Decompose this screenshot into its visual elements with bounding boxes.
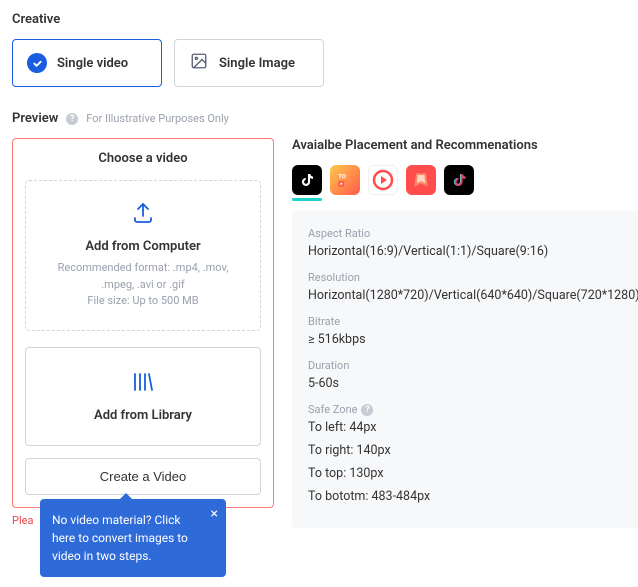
preview-header: Preview ? For Illustrative Purposes Only [12, 111, 626, 126]
spec-aspect-label: Aspect Ratio [308, 227, 638, 240]
preview-label: Preview [12, 111, 58, 126]
option-single-video-label: Single video [57, 56, 128, 71]
spec-safezone-top: To top: 130px [308, 466, 638, 481]
tooltip-text: No video material? Click here to convert… [52, 513, 188, 563]
close-icon[interactable]: × [211, 507, 218, 521]
spec-bitrate-value: ≥ 516kbps [308, 332, 638, 347]
add-computer-title: Add from Computer [40, 239, 246, 254]
option-single-image-label: Single Image [219, 56, 295, 71]
help-icon[interactable]: ? [66, 113, 78, 125]
choose-video-title: Choose a video [25, 151, 261, 166]
check-icon [27, 53, 47, 73]
placement-buzzvideo[interactable]: TO [330, 165, 360, 195]
placement-tiles: TO [292, 165, 638, 195]
library-icon [129, 383, 157, 398]
spec-safezone-right: To right: 140px [308, 443, 638, 458]
add-computer-hint1: Recommended format: .mp4, .mov, [40, 260, 246, 277]
add-from-computer[interactable]: Add from Computer Recommended format: .m… [25, 180, 261, 331]
placement-tiktok[interactable] [292, 165, 322, 195]
spec-safezone-bottom: To bototm: 483-484px [308, 489, 638, 504]
create-video-button[interactable]: Create a Video [25, 458, 261, 495]
add-computer-hint3: File size: Up to 500 MB [40, 293, 246, 310]
svg-text:TO: TO [338, 174, 346, 181]
spec-bitrate-label: Bitrate [308, 315, 638, 328]
add-from-library[interactable]: Add from Library [25, 347, 261, 446]
placement-title: Avaialbe Placement and Recommenations [292, 138, 638, 153]
creative-section-label: Creative [12, 12, 626, 27]
spec-resolution-label: Resolution [308, 271, 638, 284]
spec-aspect-value: Horizontal(16:9)/Vertical(1:1)/Square(9:… [308, 244, 638, 259]
placement-xigua[interactable] [406, 165, 436, 195]
placement-vigo[interactable] [368, 165, 398, 195]
spec-panel: Aspect Ratio Horizontal(16:9)/Vertical(1… [292, 211, 638, 528]
preview-note: For Illustrative Purposes Only [86, 112, 229, 125]
add-library-title: Add from Library [40, 408, 246, 423]
creative-options: Single video Single Image [12, 39, 626, 87]
spec-safezone-label: Safe Zone ? [308, 403, 638, 416]
add-computer-hint2: .mpeg, .avi or .gif [40, 277, 246, 294]
tooltip-no-video: × No video material? Click here to conve… [40, 499, 226, 577]
spec-duration-value: 5-60s [308, 376, 638, 391]
help-icon[interactable]: ? [361, 404, 373, 416]
option-single-video[interactable]: Single video [12, 39, 162, 87]
option-single-image[interactable]: Single Image [174, 39, 324, 87]
placement-tiktok-alt[interactable] [444, 165, 474, 195]
spec-resolution-value: Horizontal(1280*720)/Vertical(640*640)/S… [308, 288, 638, 303]
spec-duration-label: Duration [308, 359, 638, 372]
upload-icon [129, 214, 157, 229]
image-icon [189, 52, 209, 74]
spec-safezone-left: To left: 44px [308, 420, 638, 435]
preview-panel: Choose a video Add from Computer Recomme… [12, 138, 274, 508]
placement-column: Avaialbe Placement and Recommenations TO… [292, 138, 638, 528]
